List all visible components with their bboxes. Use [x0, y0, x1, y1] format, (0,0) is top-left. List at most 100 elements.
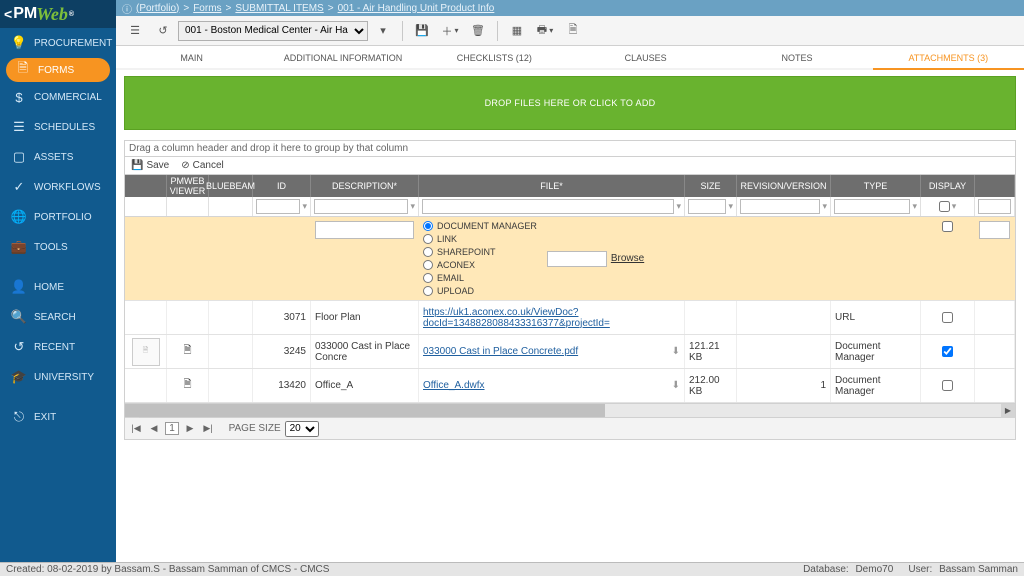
edit-extra[interactable] — [979, 221, 1010, 239]
funnel-icon[interactable]: ▾ — [676, 201, 681, 212]
nav-home[interactable]: 👤HOME — [0, 272, 116, 302]
col-pmweb[interactable]: PMWEB VIEWER — [167, 175, 209, 197]
tab-notes[interactable]: NOTES — [721, 46, 872, 68]
edit-description[interactable] — [315, 221, 414, 239]
crumb-item[interactable]: 001 - Air Handling Unit Product Info — [338, 3, 495, 14]
download-icon[interactable]: ⬇ — [672, 380, 680, 391]
cell-display[interactable] — [942, 346, 953, 357]
nav-recent[interactable]: ↺RECENT — [0, 332, 116, 362]
filter-rev[interactable] — [740, 199, 820, 214]
cell-file-link[interactable]: Office_A.dwfx — [423, 380, 485, 391]
col-revision[interactable]: REVISION/VERSION — [737, 175, 831, 197]
nav-search[interactable]: 🔍SEARCH — [0, 302, 116, 332]
filter-file[interactable] — [422, 199, 674, 214]
file-source-radios: DOCUMENT MANAGER LINK SHAREPOINT ACONEX … — [423, 221, 537, 296]
filter-desc[interactable] — [314, 199, 408, 214]
history-button[interactable]: ↺ — [150, 19, 176, 43]
pager-prev[interactable]: ◀ — [147, 422, 161, 436]
crumb-submittal[interactable]: SUBMITTAL ITEMS — [235, 3, 323, 14]
cell-size: 212.00 KB — [685, 369, 737, 402]
info-icon[interactable]: ⓘ — [122, 1, 132, 16]
tab-checklists[interactable]: CHECKLISTS (12) — [419, 46, 570, 68]
pager-current[interactable]: 1 — [165, 422, 179, 435]
cell-id: 13420 — [253, 369, 311, 402]
nav-university[interactable]: 🎓UNIVERSITY — [0, 362, 116, 392]
project-select[interactable]: 001 - Boston Medical Center - Air Ha — [178, 21, 368, 41]
col-id[interactable]: ID — [253, 175, 311, 197]
funnel-icon[interactable]: ▾ — [728, 201, 733, 212]
tab-attachments[interactable]: ATTACHMENTS (3) — [873, 46, 1024, 70]
col-bluebeam[interactable]: BLUEBEAM — [209, 175, 253, 197]
cell-size: 121.21 KB — [685, 335, 737, 368]
radio-link[interactable] — [423, 234, 433, 244]
pmweb-viewer-icon[interactable]: 🗎 — [183, 377, 191, 394]
nav-exit[interactable]: ⎋EXIT — [0, 402, 116, 432]
grid-edit-row: DOCUMENT MANAGER LINK SHAREPOINT ACONEX … — [125, 217, 1015, 301]
radio-upload[interactable] — [423, 286, 433, 296]
funnel-icon[interactable]: ▾ — [822, 201, 827, 212]
download-icon[interactable]: ⬇ — [672, 346, 680, 357]
project-menu-button[interactable]: ▾ — [370, 19, 396, 43]
add-button[interactable]: ＋▾ — [437, 19, 463, 43]
nav-portfolio[interactable]: 🌐PORTFOLIO — [0, 202, 116, 232]
grid-save-button[interactable]: 💾Save — [131, 160, 169, 171]
grid-scrollbar[interactable]: ◀ ▶ — [124, 404, 1016, 418]
filter-extra[interactable] — [978, 199, 1011, 214]
radio-aconex[interactable] — [423, 260, 433, 270]
nav-schedules[interactable]: ☰SCHEDULES — [0, 112, 116, 142]
scroll-thumb[interactable] — [125, 404, 605, 417]
save-icon: 💾 — [131, 160, 143, 171]
edit-file-path[interactable] — [547, 251, 607, 267]
pmweb-viewer-icon[interactable]: 🗎 — [183, 343, 191, 360]
filter-type[interactable] — [834, 199, 910, 214]
grid-button[interactable]: ▦ — [504, 19, 530, 43]
tab-main[interactable]: MAIN — [116, 46, 267, 68]
crumb-forms[interactable]: Forms — [193, 3, 221, 14]
col-display[interactable]: DISPLAY — [921, 175, 975, 197]
scroll-right-icon[interactable]: ▶ — [1001, 404, 1015, 418]
tab-additional[interactable]: ADDITIONAL INFORMATION — [267, 46, 418, 68]
col-type[interactable]: TYPE — [831, 175, 921, 197]
browse-link[interactable]: Browse — [611, 253, 644, 264]
save-button[interactable]: 💾 — [409, 19, 435, 43]
col-size[interactable]: SIZE — [685, 175, 737, 197]
nav-assets[interactable]: ▢ASSETS — [0, 142, 116, 172]
nav-forms[interactable]: 🗎FORMS — [6, 58, 110, 82]
group-by-bar[interactable]: Drag a column header and drop it here to… — [124, 140, 1016, 156]
nav-procurement[interactable]: 💡PROCUREMENT — [0, 28, 116, 58]
cell-file-link[interactable]: https://uk1.aconex.co.uk/ViewDoc?docId=1… — [423, 307, 680, 329]
history-icon: ↺ — [12, 340, 26, 354]
delete-button[interactable]: 🗑 — [465, 19, 491, 43]
cell-file-link[interactable]: 033000 Cast in Place Concrete.pdf — [423, 346, 578, 357]
print-button[interactable]: 🖶▾ — [532, 19, 558, 43]
pager-first[interactable]: |◀ — [129, 422, 143, 436]
dropzone[interactable]: DROP FILES HERE OR CLICK TO ADD — [124, 76, 1016, 130]
funnel-icon[interactable]: ▾ — [912, 201, 917, 212]
nav-commercial[interactable]: $COMMERCIAL — [0, 82, 116, 112]
crumb-portfolio[interactable]: (Portfolio) — [136, 3, 179, 14]
nav-tools[interactable]: 💼TOOLS — [0, 232, 116, 262]
funnel-icon[interactable]: ▾ — [302, 201, 307, 212]
filter-display[interactable] — [939, 201, 950, 212]
funnel-icon[interactable]: ▾ — [410, 201, 415, 212]
cell-display[interactable] — [942, 312, 953, 323]
nav-workflows[interactable]: ✓WORKFLOWS — [0, 172, 116, 202]
radio-docmgr[interactable] — [423, 221, 433, 231]
pager-last[interactable]: ▶| — [201, 422, 215, 436]
radio-sharepoint[interactable] — [423, 247, 433, 257]
filter-id[interactable] — [256, 199, 300, 214]
pager-size-select[interactable]: 20 — [285, 421, 319, 437]
cell-display[interactable] — [942, 380, 953, 391]
list-button[interactable]: ☰ — [122, 19, 148, 43]
tab-clauses[interactable]: CLAUSES — [570, 46, 721, 68]
edit-display[interactable] — [942, 221, 953, 232]
radio-email[interactable] — [423, 273, 433, 283]
grid-cancel-button[interactable]: ⊘Cancel — [181, 160, 224, 171]
pager-next[interactable]: ▶ — [183, 422, 197, 436]
avatar-icon: 👤 — [12, 280, 26, 294]
filter-size[interactable] — [688, 199, 726, 214]
export-button[interactable]: 🗎 — [560, 19, 586, 43]
funnel-icon[interactable]: ▾ — [952, 201, 957, 212]
col-file[interactable]: FILE* — [419, 175, 685, 197]
col-description[interactable]: DESCRIPTION* — [311, 175, 419, 197]
